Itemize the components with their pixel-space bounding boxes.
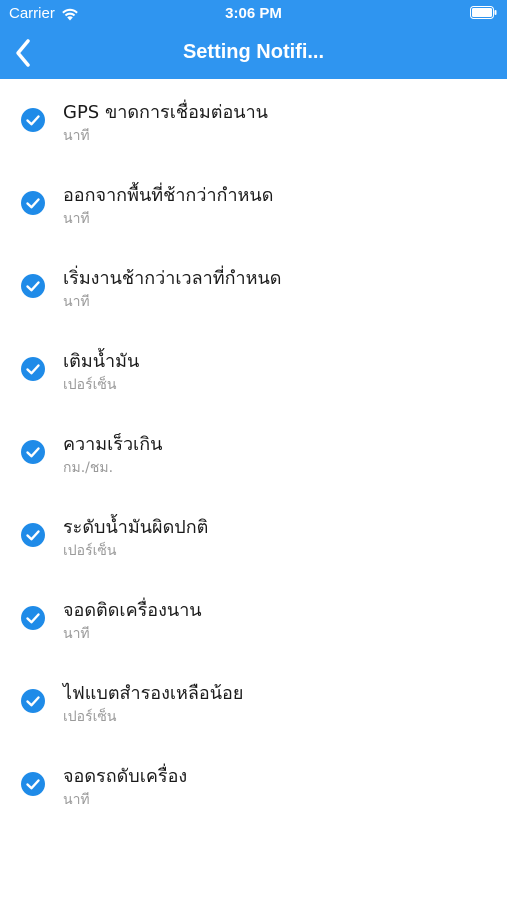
checkmark-circle-icon[interactable] <box>21 689 45 713</box>
top-bar: Carrier 3:06 PM Setting Notifi... <box>0 0 507 79</box>
setting-unit: เปอร์เซ็น <box>63 709 117 725</box>
setting-row-3[interactable]: เริ่มงานช้ากว่าเวลาที่กำหนด นาที <box>0 245 507 328</box>
setting-row-1[interactable]: GPS ขาดการเชื่อมต่อนาน นาที <box>0 79 507 162</box>
checkmark-circle-icon[interactable] <box>21 191 45 215</box>
setting-title: เติมน้ำมัน <box>63 351 140 372</box>
setting-title: จอดติดเครื่องนาน <box>63 600 202 621</box>
checkmark-circle-icon[interactable] <box>21 357 45 381</box>
setting-unit: เปอร์เซ็น <box>63 543 117 559</box>
setting-row-5[interactable]: ความเร็วเกิน กม./ชม. <box>0 411 507 494</box>
status-bar: Carrier 3:06 PM <box>0 0 507 28</box>
checkmark-circle-icon[interactable] <box>21 523 45 547</box>
setting-row-7[interactable]: จอดติดเครื่องนาน นาที <box>0 577 507 660</box>
setting-title: ความเร็วเกิน <box>63 434 163 455</box>
setting-title: ไฟแบตสำรองเหลือน้อย <box>63 683 244 704</box>
status-time: 3:06 PM <box>225 5 282 22</box>
page-title: Setting Notifi... <box>182 41 325 63</box>
setting-title: เริ่มงานช้ากว่าเวลาที่กำหนด <box>63 268 282 289</box>
setting-unit: นาที <box>63 128 90 144</box>
navigation-bar: Setting Notifi... <box>0 28 507 79</box>
setting-unit: นาที <box>63 626 90 642</box>
setting-title: GPS ขาดการเชื่อมต่อนาน <box>63 102 268 123</box>
checkmark-circle-icon[interactable] <box>21 108 45 132</box>
checkmark-circle-icon[interactable] <box>21 772 45 796</box>
checkmark-circle-icon[interactable] <box>21 606 45 630</box>
chevron-left-icon <box>16 39 30 67</box>
setting-row-8[interactable]: ไฟแบตสำรองเหลือน้อย เปอร์เซ็น <box>0 660 507 743</box>
setting-title: ระดับน้ำมันผิดปกติ <box>63 517 209 538</box>
checkmark-circle-icon[interactable] <box>21 274 45 298</box>
setting-row-2[interactable]: ออกจากพื้นที่ช้ากว่ากำหนด นาที <box>0 162 507 245</box>
setting-title: จอดรถดับเครื่อง <box>63 766 188 787</box>
setting-row-6[interactable]: ระดับน้ำมันผิดปกติ เปอร์เซ็น <box>0 494 507 577</box>
setting-unit: นาที <box>63 211 90 227</box>
setting-row-4[interactable]: เติมน้ำมัน เปอร์เซ็น <box>0 328 507 411</box>
setting-unit: นาที <box>63 294 90 310</box>
back-button[interactable] <box>4 34 42 72</box>
notification-settings-list: GPS ขาดการเชื่อมต่อนาน นาที ออกจากพื้นที… <box>0 79 507 826</box>
setting-unit: เปอร์เซ็น <box>63 377 117 393</box>
battery-icon <box>470 6 497 19</box>
setting-unit: กม./ชม. <box>63 460 114 476</box>
setting-title: ออกจากพื้นที่ช้ากว่ากำหนด <box>63 185 274 206</box>
setting-unit: นาที <box>63 792 90 808</box>
checkmark-circle-icon[interactable] <box>21 440 45 464</box>
app-screen: Carrier 3:06 PM Setting Notifi... GPS ขา… <box>0 0 507 900</box>
setting-row-9[interactable]: จอดรถดับเครื่อง นาที <box>0 743 507 826</box>
